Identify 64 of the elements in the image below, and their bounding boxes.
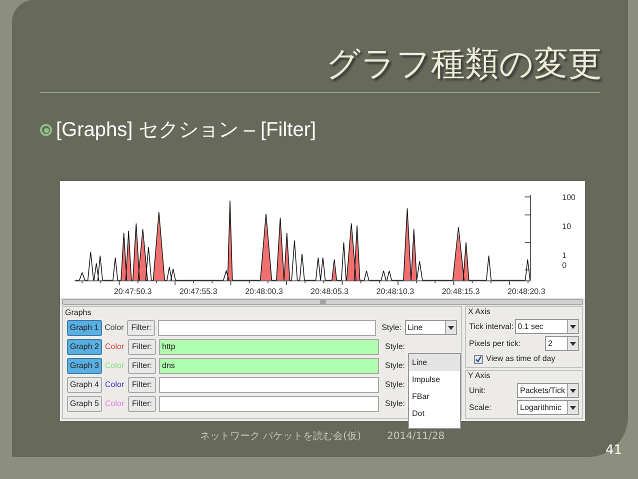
bullet-text: [Graphs] セクション – [Filter] <box>56 118 316 143</box>
style-label: Style: <box>385 398 406 410</box>
filled-peak <box>332 265 337 280</box>
grip-icon <box>320 300 326 304</box>
unit-combo[interactable]: Packets/Tick <box>517 383 579 398</box>
color-label[interactable]: Color <box>105 378 125 390</box>
x-axis-label: 20:47:50.3 <box>112 286 153 298</box>
scrollbar-thumb[interactable] <box>62 299 583 305</box>
field-label: Scale: <box>469 402 492 414</box>
tick-interval-combo[interactable]: 0.1 sec <box>514 319 579 334</box>
bullet-icon <box>40 124 52 136</box>
x-axis-label: 20:48:00.3 <box>244 286 284 298</box>
field-label: Pixels per tick: <box>469 338 521 350</box>
checkbox[interactable] <box>474 354 483 364</box>
y-axis-label: 100 <box>562 193 576 202</box>
field-label: Tick interval: <box>469 320 514 332</box>
filled-peak <box>276 223 284 280</box>
style-combo[interactable]: Line <box>404 320 457 335</box>
filled-peak <box>153 218 165 280</box>
filter-field[interactable]: dns <box>159 358 379 374</box>
filter-field[interactable] <box>159 376 379 392</box>
group-title: Graphs <box>64 307 92 318</box>
filter-field[interactable] <box>158 320 376 336</box>
filter-button[interactable]: Filter: <box>128 338 156 354</box>
page-number: 41 <box>605 442 622 460</box>
graph-toggle-button[interactable]: Graph 1 <box>67 320 102 336</box>
color-label[interactable]: Color <box>105 340 125 352</box>
filter-button[interactable]: Filter: <box>128 358 156 374</box>
y-axis-label: 10 <box>562 222 572 231</box>
checkmark-icon <box>475 356 482 362</box>
pixels-per-tick-combo[interactable]: 2 <box>545 336 579 351</box>
y-axis-label: 1 <box>562 251 567 260</box>
graph-toggle-button[interactable]: Graph 2 <box>67 338 102 354</box>
graph-toggle-button[interactable]: Graph 3 <box>67 358 102 374</box>
field-label: Unit: <box>469 384 486 396</box>
x-axis-label: 20:48:05.3 <box>310 286 350 298</box>
scale-combo[interactable]: Logarithmic <box>517 400 579 415</box>
style-label: Style: <box>385 340 406 352</box>
color-label[interactable]: Color <box>104 322 124 334</box>
horizontal-scrollbar[interactable] <box>60 298 585 306</box>
footer-date: 2014/11/28 <box>386 430 445 444</box>
y-axis-label: 0 <box>562 261 567 270</box>
style-label: Style: <box>382 322 402 334</box>
filter-field[interactable]: http <box>159 338 379 354</box>
checkbox-label: View as time of day <box>486 353 556 365</box>
filled-peak <box>138 234 148 280</box>
group-title: Y Axis <box>467 371 492 381</box>
style-label: Style: <box>385 378 406 390</box>
footer-text: ネットワーク パケットを読む会(仮) <box>200 430 361 444</box>
style-label: Style: <box>385 360 406 372</box>
dropdown-option[interactable]: Line <box>409 354 460 371</box>
filter-field[interactable] <box>159 396 379 412</box>
graph-toggle-button[interactable]: Graph 4 <box>67 376 102 392</box>
slide-title: グラフ種類の変更 <box>325 43 603 86</box>
filled-peak <box>260 220 272 280</box>
graph-toggle-button[interactable]: Graph 5 <box>67 396 102 412</box>
x-axis-label: 20:48:10.3 <box>375 286 416 298</box>
filter-button[interactable]: Filter: <box>128 396 156 412</box>
group-title: X Axis <box>467 307 492 317</box>
filter-button[interactable]: Filter: <box>127 320 156 336</box>
x-axis-label: 20:48:15.3 <box>440 286 481 298</box>
x-axis-label: 20:47:55.3 <box>178 286 218 298</box>
x-axis-label: 20:48:20.3 <box>506 286 546 298</box>
filter-button[interactable]: Filter: <box>128 376 156 392</box>
